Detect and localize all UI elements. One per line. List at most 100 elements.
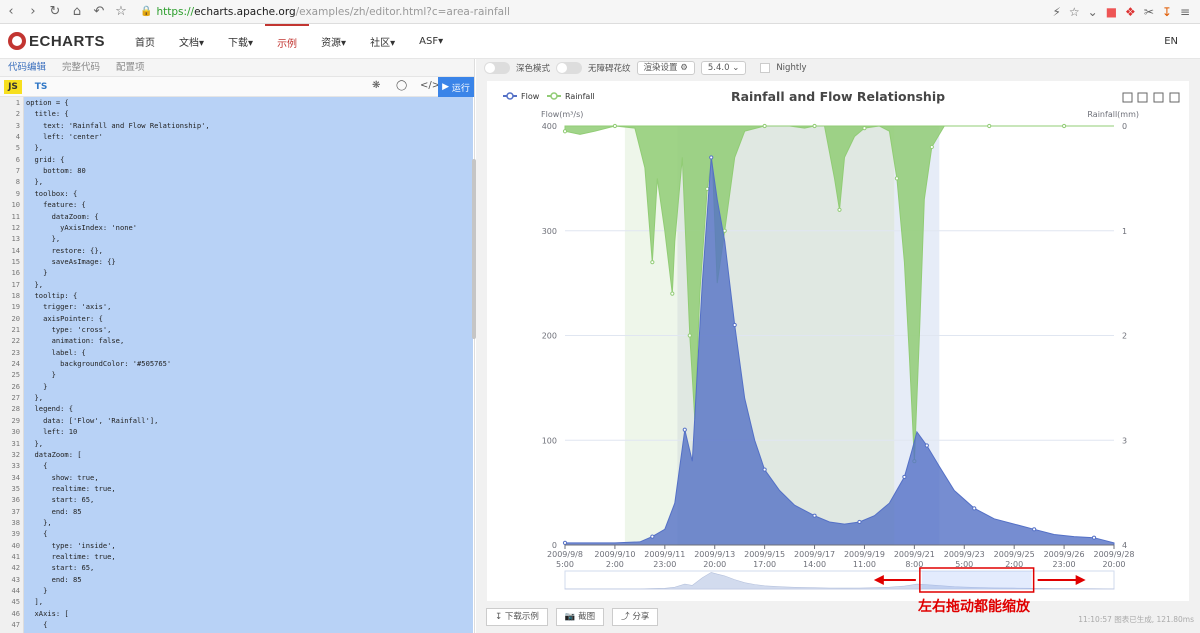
flow-point[interactable] xyxy=(650,534,655,539)
undo-icon[interactable]: ↶ xyxy=(88,0,110,24)
screenshot-button[interactable]: 📷 截图 xyxy=(555,608,605,626)
datazoom-window[interactable] xyxy=(921,571,1032,589)
nav-examples[interactable]: 示例 xyxy=(265,23,310,59)
code-line: 44 } xyxy=(0,585,473,596)
rainfall-flow-chart[interactable]: 0 100 200 300 400 0 1 2 3 4 Flow(m³/s) Rainfall(mm)… xyxy=(487,81,1189,601)
code-text: } xyxy=(26,586,48,596)
code-area[interactable]: 1 option = {2 title: {3 text: 'Rainfall a… xyxy=(0,97,473,633)
nav-resources[interactable]: 资源▾ xyxy=(309,24,358,59)
code-line: 33 { xyxy=(0,460,473,471)
code-text: }, xyxy=(26,279,44,289)
forward-icon[interactable]: › xyxy=(22,0,44,24)
line-number: 6 xyxy=(15,154,20,164)
render-status: 11:10:57 图表已生成, 121.80ms xyxy=(1078,615,1194,624)
version-select[interactable]: 5.4.0 ⌄ xyxy=(700,61,747,75)
zoom-reset-icon[interactable] xyxy=(1137,92,1148,103)
line-number: 1 xyxy=(15,98,20,107)
bookmark-star-icon[interactable]: ☆ xyxy=(1069,5,1080,19)
x-tick-label: 2009/9/15 xyxy=(744,550,785,559)
flow-point[interactable] xyxy=(857,519,862,525)
share-button[interactable]: ⤴ 分享 xyxy=(612,608,659,626)
language-switch[interactable]: EN xyxy=(1152,24,1190,59)
rainfall-point[interactable] xyxy=(670,291,675,296)
line-number: 35 xyxy=(11,483,20,493)
code-line: 43 end: 85 xyxy=(0,574,473,585)
chevron-down-icon[interactable]: ⌄ xyxy=(1088,5,1098,19)
share-label: 分享 xyxy=(632,612,650,622)
download-icon[interactable]: ↧ xyxy=(1162,5,1172,19)
flow-point[interactable] xyxy=(902,474,907,480)
nav-home[interactable]: 首页 xyxy=(123,24,167,59)
star-icon[interactable]: ☆ xyxy=(110,0,132,24)
dark-mode-toggle[interactable] xyxy=(484,62,510,74)
tab-options[interactable]: 配置项 xyxy=(108,59,153,77)
reload-icon[interactable]: ↻ xyxy=(44,0,66,24)
x-tick-label: 2009/9/26 xyxy=(1044,550,1085,559)
ts-language-button[interactable]: TS xyxy=(32,80,50,94)
apps-icon[interactable]: ■ xyxy=(1106,5,1117,19)
render-settings-button[interactable]: 渲染设置 ⚙ xyxy=(636,61,695,75)
format-icon[interactable]: ❋ xyxy=(372,80,380,91)
line-number: 41 xyxy=(11,552,20,561)
home-icon[interactable]: ⌂ xyxy=(66,0,88,24)
cube-icon[interactable]: ◯ xyxy=(396,80,407,91)
cut-icon[interactable]: ✂ xyxy=(1144,5,1154,19)
code-line: 42 start: 65, xyxy=(0,562,473,573)
play-icon: ▶ xyxy=(442,82,452,92)
echarts-logo[interactable]: ECHARTS xyxy=(8,32,113,50)
flow-point[interactable] xyxy=(562,540,568,546)
x-tick-label: 2009/9/17 xyxy=(794,550,835,559)
address-bar[interactable]: 🔒 https:// echarts.apache.org /examples/… xyxy=(140,3,1020,21)
restore-icon[interactable] xyxy=(1153,92,1164,103)
nav-download[interactable]: 下载▾ xyxy=(216,24,265,59)
flow-point[interactable] xyxy=(732,322,737,328)
line-number: 13 xyxy=(11,234,20,244)
tab-code-edit[interactable]: 代码编辑 xyxy=(0,59,54,77)
download-example-button[interactable]: ↧ 下载示例 xyxy=(486,608,548,626)
flow-point[interactable] xyxy=(682,427,687,432)
legend-flow-icon[interactable] xyxy=(506,92,514,100)
save-image-icon[interactable] xyxy=(1169,92,1180,103)
flow-point[interactable] xyxy=(1091,535,1097,540)
line-number: 34 xyxy=(11,472,20,482)
lightning-icon[interactable]: ⚡ xyxy=(1052,5,1060,19)
rainfall-point[interactable] xyxy=(929,144,934,150)
rainfall-point[interactable] xyxy=(1061,123,1067,129)
rainfall-point[interactable] xyxy=(894,176,899,181)
rainfall-point[interactable] xyxy=(862,125,867,131)
rainfall-point[interactable] xyxy=(812,123,817,129)
zoom-icon[interactable] xyxy=(1122,92,1133,103)
flow-point[interactable] xyxy=(1032,527,1037,532)
rainfall-point[interactable] xyxy=(987,123,992,129)
back-icon[interactable]: ‹ xyxy=(0,0,22,24)
rainfall-point[interactable] xyxy=(612,123,618,129)
extension-icon[interactable]: ❖ xyxy=(1125,5,1136,19)
brand-name: ECHARTS xyxy=(29,32,106,50)
rainfall-point[interactable] xyxy=(705,186,710,191)
rainfall-point[interactable] xyxy=(762,123,767,129)
tab-full-code[interactable]: 完整代码 xyxy=(54,59,108,77)
nightly-checkbox[interactable] xyxy=(760,63,771,73)
rainfall-point[interactable] xyxy=(650,260,655,265)
flow-point[interactable] xyxy=(972,506,977,511)
menu-icon[interactable]: ≡ xyxy=(1180,5,1190,19)
nav-community[interactable]: 社区▾ xyxy=(358,24,407,59)
rainfall-point[interactable] xyxy=(687,333,692,338)
flow-point[interactable] xyxy=(924,443,929,448)
rainfall-point[interactable] xyxy=(722,228,727,233)
line-number: 36 xyxy=(11,495,20,505)
nav-docs[interactable]: 文档▾ xyxy=(167,24,216,59)
flow-point[interactable] xyxy=(762,467,767,472)
code-text: } xyxy=(26,381,48,391)
flow-point[interactable] xyxy=(812,513,817,518)
code-line: 14 restore: {}, xyxy=(0,245,473,256)
accessibility-toggle[interactable] xyxy=(556,62,583,74)
nav-asf[interactable]: ASF▾ xyxy=(407,24,455,59)
legend-rainfall-icon[interactable] xyxy=(550,92,558,100)
run-button[interactable]: ▶ 运行 xyxy=(438,77,474,97)
js-language-button[interactable]: JS xyxy=(4,79,22,94)
flow-point[interactable] xyxy=(709,155,714,160)
code-text: { xyxy=(26,620,48,630)
rainfall-point[interactable] xyxy=(837,207,842,212)
rainfall-point[interactable] xyxy=(562,129,568,134)
